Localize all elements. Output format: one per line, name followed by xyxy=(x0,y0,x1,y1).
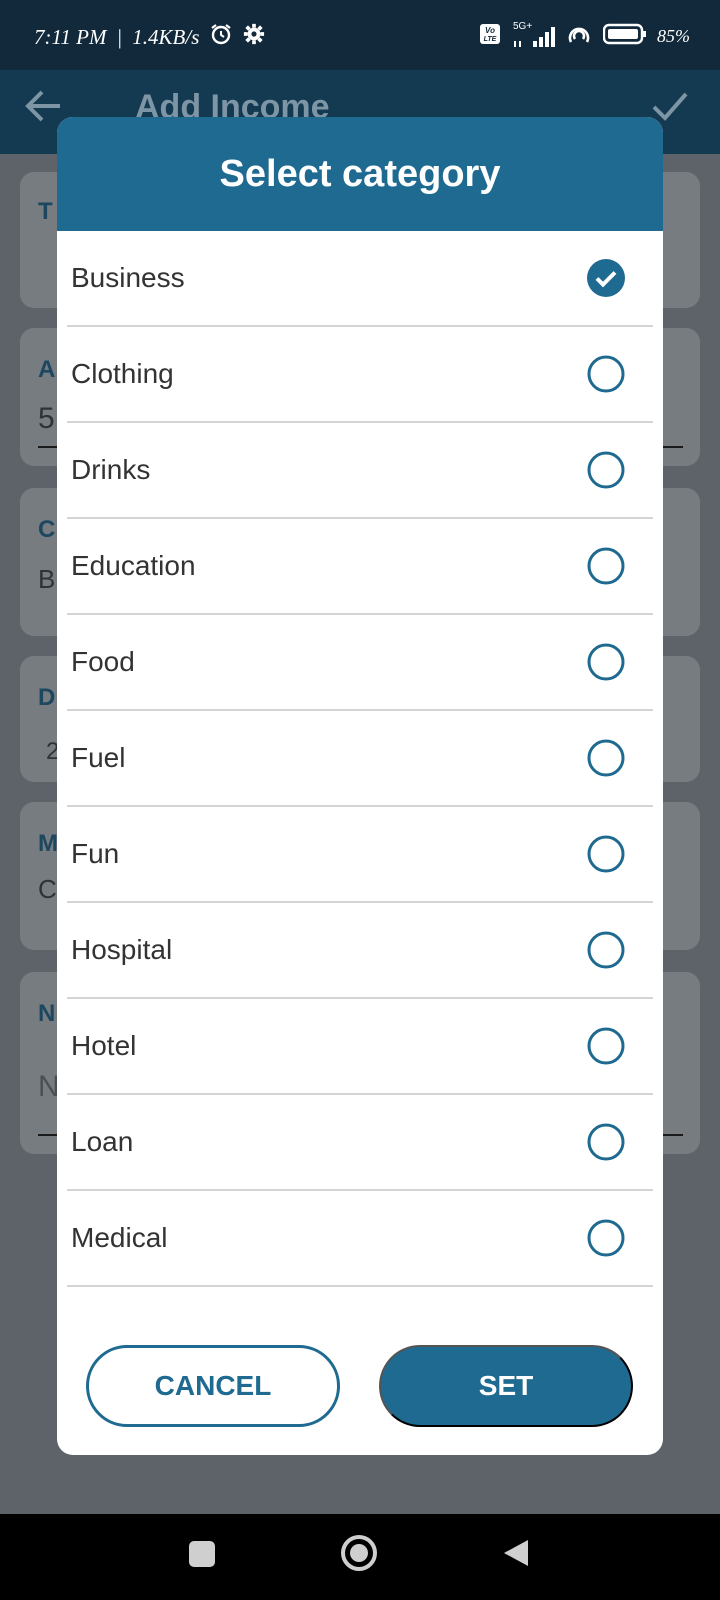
radio-unchecked-icon[interactable] xyxy=(587,1219,625,1257)
category-label: Hotel xyxy=(71,1030,137,1061)
radio-unchecked-icon[interactable] xyxy=(587,1123,625,1161)
radio-unchecked-icon[interactable] xyxy=(587,451,625,489)
form-label-amount: A xyxy=(38,356,56,383)
category-item-education[interactable]: Education xyxy=(67,519,653,615)
category-item-fuel[interactable]: Fuel xyxy=(67,711,653,807)
category-label: Education xyxy=(71,550,196,581)
note-underline-right xyxy=(663,1134,683,1136)
radio-unchecked-icon[interactable] xyxy=(587,931,625,969)
svg-text:LTE: LTE xyxy=(484,36,497,43)
radio-unchecked-icon[interactable] xyxy=(587,643,625,681)
battery-icon xyxy=(602,23,647,50)
category-label: Hospital xyxy=(71,934,173,965)
category-item-hotel[interactable]: Hotel xyxy=(67,999,653,1095)
system-nav-bar xyxy=(0,1514,720,1600)
category-label: Fuel xyxy=(71,742,126,773)
form-label-category: C xyxy=(38,516,56,543)
category-label: Fun xyxy=(71,838,120,869)
set-button[interactable]: SET xyxy=(379,1345,633,1427)
category-label: Drinks xyxy=(71,454,151,485)
network-type: 5G+ xyxy=(513,20,533,32)
category-item-hospital[interactable]: Hospital xyxy=(67,903,653,999)
category-label: Food xyxy=(71,646,135,677)
category-list: Business Clothing Drinks Education Food … xyxy=(67,231,653,1287)
radio-unchecked-icon[interactable] xyxy=(587,739,625,777)
dialog-title: Select category xyxy=(219,152,501,195)
select-category-dialog: Select category Business Clothing Drinks… xyxy=(57,117,663,1455)
form-label-mode: M xyxy=(38,830,58,857)
radio-unchecked-icon[interactable] xyxy=(587,1027,625,1065)
status-right: Vo LTE 5G+ 85% xyxy=(479,21,690,51)
volte-icon: Vo LTE xyxy=(479,23,501,50)
form-label-type: T xyxy=(38,198,53,225)
category-label: Business xyxy=(71,262,185,293)
hotspot-icon xyxy=(565,22,593,51)
form-label-note: N xyxy=(38,1000,56,1027)
form-label-date: D xyxy=(38,684,56,711)
svg-text:Vo: Vo xyxy=(485,26,495,35)
radio-checked-icon[interactable] xyxy=(587,259,625,297)
gear-icon xyxy=(243,23,265,51)
category-item-fun[interactable]: Fun xyxy=(67,807,653,903)
status-bar: 7:11 PM | 1.4KB/s Vo LTE 5G+ 85% xyxy=(0,0,720,70)
battery-level: 85% xyxy=(657,26,690,46)
form-value-category: B xyxy=(38,564,56,594)
amount-underline-right xyxy=(663,446,683,448)
signal-icon: 5G+ xyxy=(511,21,555,49)
form-value-amount: 5 xyxy=(38,402,55,435)
category-label: Medical xyxy=(71,1222,168,1253)
status-speed: 1.4KB/s xyxy=(132,24,200,49)
category-item-drinks[interactable]: Drinks xyxy=(67,423,653,519)
recents-square-icon[interactable] xyxy=(188,1540,216,1568)
radio-unchecked-icon[interactable] xyxy=(587,835,625,873)
category-item-medical[interactable]: Medical xyxy=(67,1191,653,1287)
form-value-mode: C xyxy=(38,874,57,904)
radio-unchecked-icon[interactable] xyxy=(587,355,625,393)
status-time: 7:11 PM xyxy=(34,24,107,49)
alarm-icon xyxy=(209,22,233,52)
cancel-button[interactable]: CANCEL xyxy=(86,1345,340,1427)
dialog-header: Select category xyxy=(57,117,663,231)
home-circle-icon[interactable] xyxy=(340,1534,378,1572)
status-separator: | xyxy=(116,24,123,49)
category-label: Clothing xyxy=(71,358,174,389)
status-left: 7:11 PM | 1.4KB/s xyxy=(34,22,265,52)
category-item-food[interactable]: Food xyxy=(67,615,653,711)
category-label: Loan xyxy=(71,1126,134,1157)
category-item-loan[interactable]: Loan xyxy=(67,1095,653,1191)
radio-unchecked-icon[interactable] xyxy=(587,547,625,585)
back-triangle-icon[interactable] xyxy=(502,1538,530,1568)
category-item-clothing[interactable]: Clothing xyxy=(67,327,653,423)
category-item-business[interactable]: Business xyxy=(67,231,653,327)
